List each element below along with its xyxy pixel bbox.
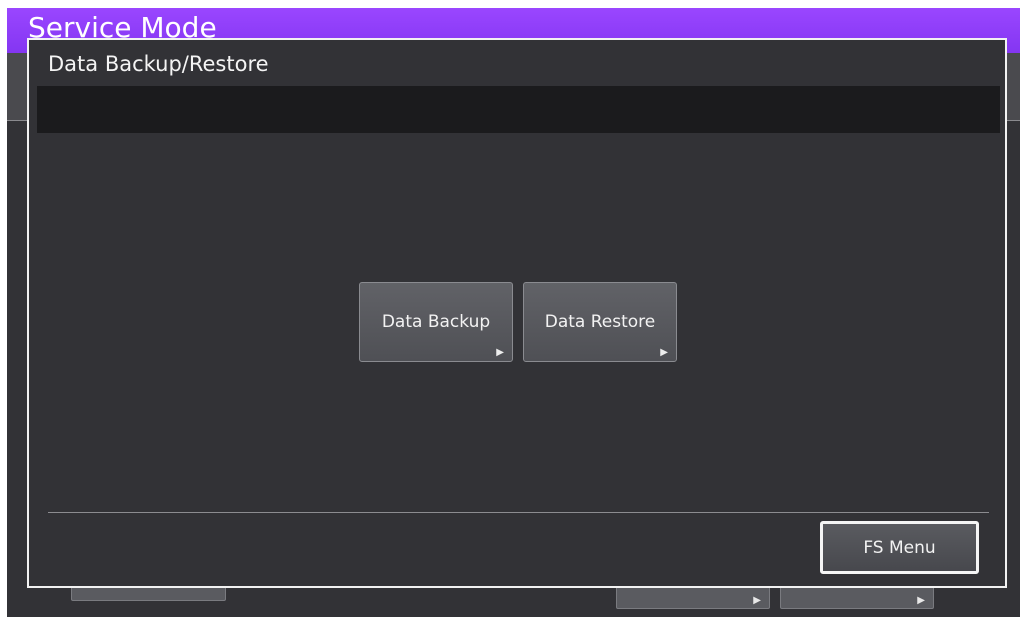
fs-menu-button[interactable]: FS Menu xyxy=(820,521,979,574)
data-backup-restore-dialog: Data Backup/Restore Data Backup ▶ Data R… xyxy=(27,38,1007,588)
arrow-right-icon: ▶ xyxy=(917,595,925,606)
arrow-right-icon: ▶ xyxy=(660,347,668,358)
data-restore-button[interactable]: Data Restore ▶ xyxy=(523,282,677,362)
data-restore-label: Data Restore xyxy=(544,312,656,332)
fs-menu-label: FS Menu xyxy=(863,538,936,558)
arrow-right-icon: ▶ xyxy=(753,595,761,606)
message-bar xyxy=(37,86,1000,133)
footer-divider xyxy=(48,512,989,513)
dialog-title: Data Backup/Restore xyxy=(48,52,269,76)
data-backup-label: Data Backup xyxy=(381,312,491,332)
arrow-right-icon: ▶ xyxy=(496,347,504,358)
data-backup-button[interactable]: Data Backup ▶ xyxy=(359,282,513,362)
